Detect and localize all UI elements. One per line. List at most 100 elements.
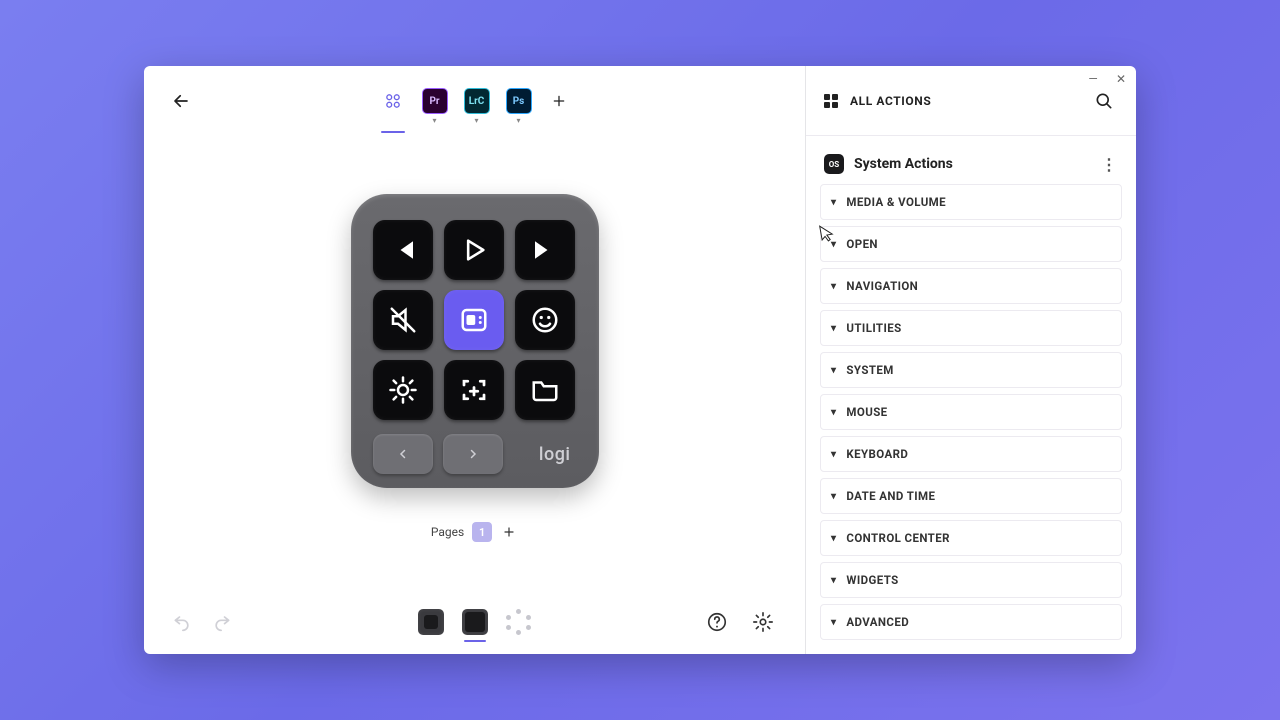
undo-button[interactable] <box>172 612 192 632</box>
search-icon <box>1094 91 1114 111</box>
chevron-down-icon: ▾ <box>831 365 836 376</box>
section-header: OS System Actions ⋮ <box>806 136 1136 184</box>
device-thumb-dial[interactable] <box>506 609 532 635</box>
chevron-down-icon: ▾ <box>474 116 478 125</box>
category-label: CONTROL CENTER <box>846 531 949 545</box>
key-media-player[interactable] <box>444 290 504 350</box>
chevron-right-icon <box>467 448 479 460</box>
folder-icon <box>530 375 560 405</box>
key-screenshot[interactable] <box>444 360 504 420</box>
category-label: MOUSE <box>846 405 887 419</box>
help-button[interactable] <box>703 608 731 636</box>
plus-icon <box>552 94 566 108</box>
key-next-track[interactable] <box>515 220 575 280</box>
category-label: ADVANCED <box>846 615 909 629</box>
tab-bar: Pr ▾ LrC ▾ Ps ▾ <box>379 87 571 115</box>
right-panel: ALL ACTIONS OS System Actions ⋮ ▾ MEDIA &… <box>806 66 1136 654</box>
category-date-time[interactable]: ▾DATE AND TIME <box>820 478 1122 514</box>
category-label: UTILITIES <box>846 321 901 335</box>
lightroom-classic-icon: LrC <box>464 88 490 114</box>
chevron-down-icon: ▾ <box>831 617 836 628</box>
capture-region-icon <box>459 375 489 405</box>
category-mouse[interactable]: ▾ MOUSE <box>820 394 1122 430</box>
premiere-icon: Pr <box>422 88 448 114</box>
skip-next-icon <box>530 235 560 265</box>
category-label: SYSTEM <box>846 363 893 377</box>
device-thumb-console[interactable] <box>462 609 488 635</box>
back-button[interactable] <box>164 84 198 118</box>
category-utilities[interactable]: ▾ UTILITIES <box>820 310 1122 346</box>
key-mute[interactable] <box>373 290 433 350</box>
all-actions-button[interactable]: ALL ACTIONS <box>824 94 931 108</box>
tab-app-ps[interactable]: Ps ▾ <box>505 87 533 115</box>
bottom-bar <box>144 590 805 654</box>
device-thumb-keypad[interactable] <box>418 609 444 635</box>
section-menu-button[interactable]: ⋮ <box>1101 155 1118 174</box>
device-creative-console: logi <box>351 194 599 488</box>
add-page-button[interactable] <box>500 523 518 541</box>
app-window: — ✕ Pr ▾ <box>144 66 1136 654</box>
top-bar: Pr ▾ LrC ▾ Ps ▾ <box>144 66 805 136</box>
category-label: MEDIA & VOLUME <box>846 195 946 209</box>
keypad-grid <box>373 220 577 420</box>
redo-button[interactable] <box>212 612 232 632</box>
category-open[interactable]: ▾ OPEN <box>820 226 1122 262</box>
device-area: logi Pages 1 <box>144 136 805 590</box>
pages-control: Pages 1 <box>431 522 518 542</box>
redo-icon <box>212 612 232 632</box>
undo-icon <box>172 612 192 632</box>
media-widget-icon <box>459 305 489 335</box>
os-badge-icon: OS <box>824 154 844 174</box>
all-actions-label: ALL ACTIONS <box>850 94 931 108</box>
device-brand-label: logi <box>513 444 577 465</box>
photoshop-icon: Ps <box>506 88 532 114</box>
gear-icon <box>752 611 774 633</box>
category-widgets[interactable]: ▾WIDGETS <box>820 562 1122 598</box>
device-nav-row: logi <box>373 434 577 474</box>
category-keyboard[interactable]: ▾KEYBOARD <box>820 436 1122 472</box>
category-label: DATE AND TIME <box>846 489 935 503</box>
device-page-next[interactable] <box>443 434 503 474</box>
category-label: OPEN <box>846 237 878 251</box>
category-advanced[interactable]: ▾ ADVANCED <box>820 604 1122 640</box>
chevron-down-icon: ▾ <box>831 407 836 418</box>
add-tab-button[interactable] <box>547 89 571 113</box>
category-media-volume[interactable]: ▾ MEDIA & VOLUME <box>820 184 1122 220</box>
key-open-folder[interactable] <box>515 360 575 420</box>
chevron-down-icon: ▾ <box>831 575 836 586</box>
search-button[interactable] <box>1090 87 1118 115</box>
close-button[interactable]: ✕ <box>1114 72 1128 86</box>
volume-mute-icon <box>388 305 418 335</box>
minimize-button[interactable]: — <box>1086 72 1100 86</box>
tab-home[interactable] <box>379 87 407 115</box>
settings-button[interactable] <box>749 608 777 636</box>
device-switcher <box>418 609 532 635</box>
key-prev-track[interactable] <box>373 220 433 280</box>
left-panel: Pr ▾ LrC ▾ Ps ▾ <box>144 66 806 654</box>
key-emoji[interactable] <box>515 290 575 350</box>
right-body: OS System Actions ⋮ ▾ MEDIA & VOLUME ▾ OPE… <box>806 136 1136 654</box>
tab-app-pr[interactable]: Pr ▾ <box>421 87 449 115</box>
chevron-down-icon: ▾ <box>831 533 836 544</box>
chevron-down-icon: ▾ <box>831 323 836 334</box>
arrow-left-icon <box>172 92 190 110</box>
brightness-icon <box>388 375 418 405</box>
chevron-down-icon: ▾ <box>831 239 836 250</box>
window-controls: — ✕ <box>1086 72 1128 86</box>
device-page-prev[interactable] <box>373 434 433 474</box>
chevron-down-icon: ▾ <box>831 449 836 460</box>
key-brightness[interactable] <box>373 360 433 420</box>
category-control-center[interactable]: ▾ CONTROL CENTER <box>820 520 1122 556</box>
chevron-down-icon: ▾ <box>516 116 520 125</box>
chevron-down-icon: ▾ <box>831 281 836 292</box>
category-navigation[interactable]: ▾ NAVIGATION <box>820 268 1122 304</box>
category-label: NAVIGATION <box>846 279 918 293</box>
page-indicator-1[interactable]: 1 <box>472 522 492 542</box>
tab-app-lrc[interactable]: LrC ▾ <box>463 87 491 115</box>
chevron-down-icon: ▾ <box>432 116 436 125</box>
play-icon <box>460 236 488 264</box>
key-play[interactable] <box>444 220 504 280</box>
chevron-down-icon: ▾ <box>831 197 836 208</box>
category-system[interactable]: ▾ SYSTEM <box>820 352 1122 388</box>
section-title: System Actions <box>854 156 953 172</box>
